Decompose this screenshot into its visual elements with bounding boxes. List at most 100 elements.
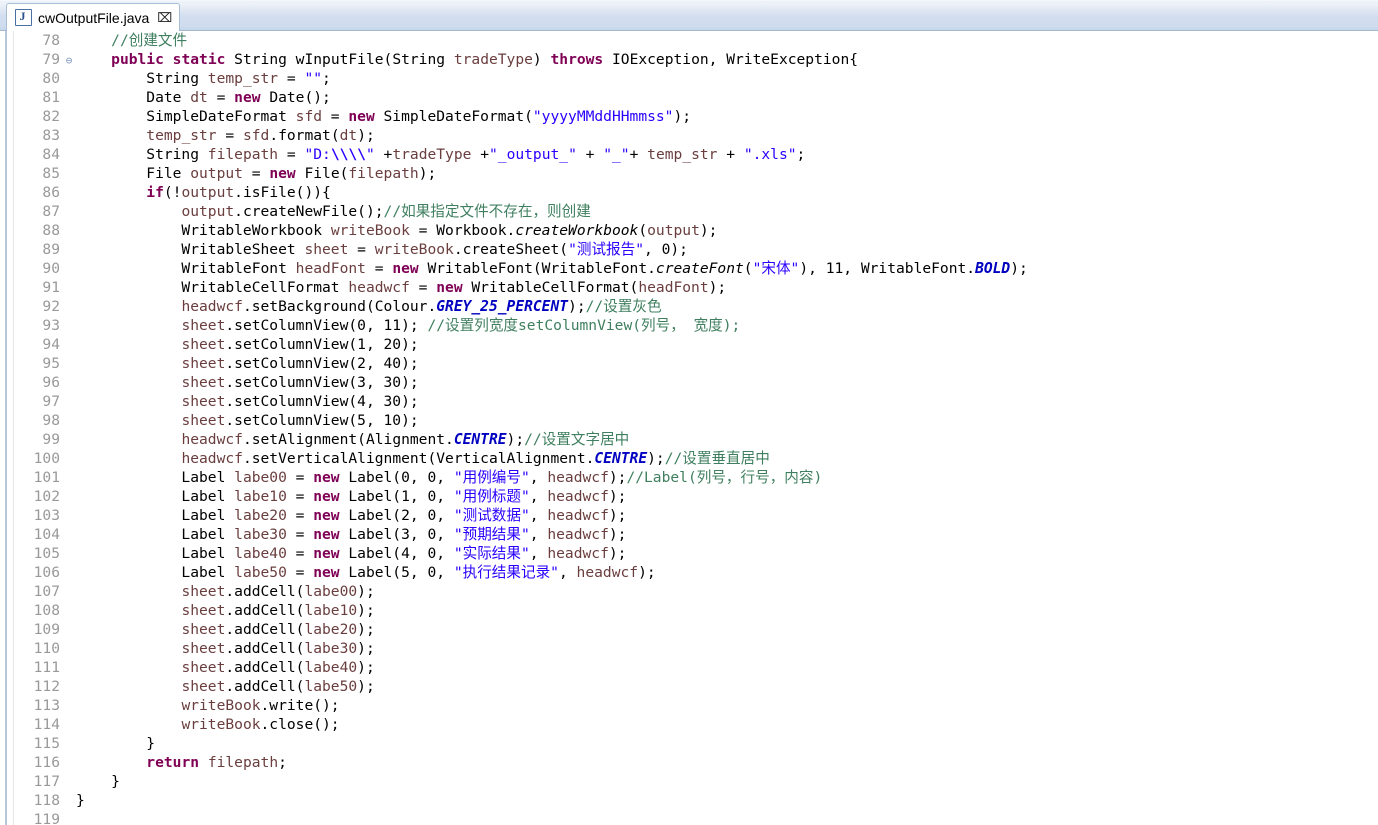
code-line-text: headwcf.setVerticalAlignment(VerticalAli…	[181, 450, 770, 467]
code-line-text: sheet.addCell(labe10);	[181, 602, 375, 619]
code-line[interactable]: 116 return filepath;	[14, 753, 1378, 772]
code-line-text: output.createNewFile();//如果指定文件不存在，则创建	[181, 203, 591, 220]
code-line[interactable]: 84 String filepath = "D:\\\\" +tradeType…	[14, 145, 1378, 164]
code-line[interactable]: 102 Label labe10 = new Label(1, 0, "用例标题…	[14, 487, 1378, 506]
line-number: 94	[42, 336, 60, 353]
code-line-text: Label labe10 = new Label(1, 0, "用例标题", h…	[76, 488, 627, 505]
code-line[interactable]: 78 //创建文件	[14, 31, 1378, 50]
line-number: 80	[42, 70, 60, 87]
code-line[interactable]: 82 SimpleDateFormat sfd = new SimpleDate…	[14, 107, 1378, 126]
source-code-listing[interactable]: 78 //创建文件 79 ⊖ public static String wInput…	[14, 31, 1378, 825]
code-line-text: String filepath = "D:\\\\" +tradeType +"…	[76, 146, 806, 163]
code-line[interactable]: 95 sheet.setColumnView(2, 40);	[14, 354, 1378, 373]
code-line[interactable]: 105 Label labe40 = new Label(4, 0, "实际结果…	[14, 544, 1378, 563]
code-line[interactable]: 112 sheet.addCell(labe50);	[14, 677, 1378, 696]
code-line-text: sheet.addCell(labe30);	[181, 640, 375, 657]
code-line[interactable]: 87 output.createNewFile();//如果指定文件不存在，则创…	[14, 202, 1378, 221]
code-line[interactable]: 99 headwcf.setAlignment(Alignment.CENTRE…	[14, 430, 1378, 449]
line-number: 116	[33, 754, 60, 771]
line-number: 118	[33, 792, 60, 809]
line-number: 111	[33, 659, 60, 676]
line-number: 83	[42, 127, 60, 144]
fold-collapse-icon[interactable]: ⊖	[62, 51, 76, 70]
line-number: 101	[33, 469, 60, 486]
editor-marker-bar[interactable]	[0, 31, 14, 825]
line-number: 108	[33, 602, 60, 619]
code-editor[interactable]: 78 //创建文件 79 ⊖ public static String wInput…	[0, 31, 1378, 825]
code-line[interactable]: 81 Date dt = new Date();	[14, 88, 1378, 107]
code-line-text: WritableWorkbook writeBook = Workbook.cr…	[76, 222, 718, 239]
code-line-text: }	[76, 735, 156, 752]
line-number: 91	[42, 279, 60, 296]
code-line-text: public static String wInputFile(String t…	[111, 51, 859, 68]
code-line[interactable]: 80 String temp_str = "";	[14, 69, 1378, 88]
code-line-text: sheet.addCell(labe20);	[181, 621, 375, 638]
line-number: 84	[42, 146, 60, 163]
code-line-text: writeBook.close();	[181, 716, 340, 733]
editor-tab-bar: cwOutputFile.java ⌧	[0, 0, 1378, 31]
code-line[interactable]: 117 }	[14, 772, 1378, 791]
code-line[interactable]: 101 Label labe00 = new Label(0, 0, "用例编号…	[14, 468, 1378, 487]
code-line-text: WritableFont headFont = new WritableFont…	[76, 260, 1028, 277]
code-line[interactable]: 109 sheet.addCell(labe20);	[14, 620, 1378, 639]
code-line[interactable]: 83 temp_str = sfd.format(dt);	[14, 126, 1378, 145]
code-line-text: sheet.setColumnView(2, 40);	[181, 355, 419, 372]
line-number: 88	[42, 222, 60, 239]
code-line[interactable]: 118}	[14, 791, 1378, 810]
code-line[interactable]: 94 sheet.setColumnView(1, 20);	[14, 335, 1378, 354]
code-line[interactable]: 91 WritableCellFormat headwcf = new Writ…	[14, 278, 1378, 297]
code-line[interactable]: 104 Label labe30 = new Label(3, 0, "预期结果…	[14, 525, 1378, 544]
code-line-text: Label labe30 = new Label(3, 0, "预期结果", h…	[76, 526, 627, 543]
code-line[interactable]: 119	[14, 810, 1378, 825]
code-line[interactable]: 108 sheet.addCell(labe10);	[14, 601, 1378, 620]
line-number: 119	[33, 811, 60, 825]
line-number: 110	[33, 640, 60, 657]
line-number: 106	[33, 564, 60, 581]
code-line[interactable]: 111 sheet.addCell(labe40);	[14, 658, 1378, 677]
code-line[interactable]: 107 sheet.addCell(labe00);	[14, 582, 1378, 601]
code-line[interactable]: 92 headwcf.setBackground(Colour.GREY_25_…	[14, 297, 1378, 316]
line-number: 85	[42, 165, 60, 182]
code-line-text: Label labe40 = new Label(4, 0, "实际结果", h…	[76, 545, 627, 562]
code-line[interactable]: 88 WritableWorkbook writeBook = Workbook…	[14, 221, 1378, 240]
code-line-text: sheet.setColumnView(4, 30);	[181, 393, 419, 410]
code-line[interactable]: 79 ⊖ public static String wInputFile(Stri…	[14, 50, 1378, 69]
code-line[interactable]: 97 sheet.setColumnView(4, 30);	[14, 392, 1378, 411]
code-line[interactable]: 114 writeBook.close();	[14, 715, 1378, 734]
code-line[interactable]: 90 WritableFont headFont = new WritableF…	[14, 259, 1378, 278]
eclipse-java-editor-window: cwOutputFile.java ⌧ 78 //创建文件79⊖ public …	[0, 0, 1378, 825]
code-line[interactable]: 96 sheet.setColumnView(3, 30);	[14, 373, 1378, 392]
code-line[interactable]: 86 if(!output.isFile()){	[14, 183, 1378, 202]
code-line[interactable]: 106 Label labe50 = new Label(5, 0, "执行结果…	[14, 563, 1378, 582]
code-line-text: WritableSheet sheet = writeBook.createSh…	[76, 241, 688, 258]
code-line[interactable]: 113 writeBook.write();	[14, 696, 1378, 715]
code-line[interactable]: 103 Label labe20 = new Label(2, 0, "测试数据…	[14, 506, 1378, 525]
code-line[interactable]: 93 sheet.setColumnView(0, 11); //设置列宽度se…	[14, 316, 1378, 335]
code-line[interactable]: 98 sheet.setColumnView(5, 10);	[14, 411, 1378, 430]
code-line[interactable]: 89 WritableSheet sheet = writeBook.creat…	[14, 240, 1378, 259]
line-number: 93	[42, 317, 60, 334]
code-line-text: Date dt = new Date();	[76, 89, 331, 106]
code-line-text: SimpleDateFormat sfd = new SimpleDateFor…	[76, 108, 692, 125]
code-line-text: writeBook.write();	[181, 697, 340, 714]
code-line-text: sheet.addCell(labe50);	[181, 678, 375, 695]
line-number: 87	[42, 203, 60, 220]
line-number: 98	[42, 412, 60, 429]
code-line[interactable]: 85 File output = new File(filepath);	[14, 164, 1378, 183]
code-line-text: Label labe20 = new Label(2, 0, "测试数据", h…	[76, 507, 627, 524]
code-line[interactable]: 100 headwcf.setVerticalAlignment(Vertica…	[14, 449, 1378, 468]
code-line[interactable]: 115 }	[14, 734, 1378, 753]
line-number: 102	[33, 488, 60, 505]
code-line-text: Label labe00 = new Label(0, 0, "用例编号", h…	[76, 469, 823, 486]
line-number: 97	[42, 393, 60, 410]
code-line[interactable]: 110 sheet.addCell(labe30);	[14, 639, 1378, 658]
editor-tab-cwoutputfile[interactable]: cwOutputFile.java ⌧	[6, 3, 181, 31]
line-number: 99	[42, 431, 60, 448]
code-line-text: sheet.addCell(labe40);	[181, 659, 375, 676]
line-number: 95	[42, 355, 60, 372]
close-icon[interactable]: ⌧	[157, 11, 172, 24]
line-number: 107	[33, 583, 60, 600]
code-line-text: sheet.setColumnView(0, 11); //设置列宽度setCo…	[181, 317, 741, 334]
java-file-icon	[15, 9, 32, 26]
line-number: 78	[42, 32, 60, 49]
